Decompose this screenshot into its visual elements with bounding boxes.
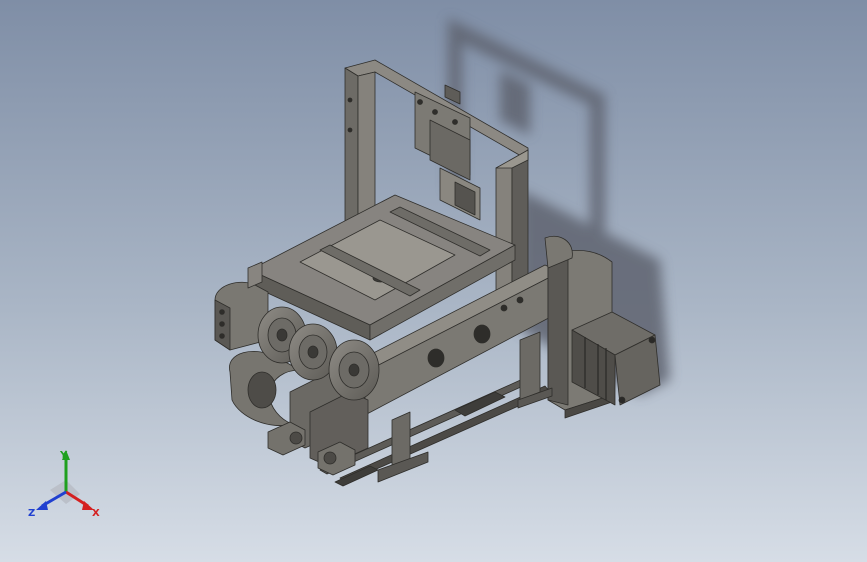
cad-model-scene[interactable] [0, 0, 867, 562]
z-axis-label: Z [28, 508, 35, 519]
triad-graphic: Y X Z [28, 450, 100, 519]
graphics-viewport[interactable]: Y X Z [0, 0, 867, 562]
x-axis-label: X [92, 508, 100, 519]
roller-3[interactable] [328, 339, 380, 401]
y-axis-label: Y [59, 450, 68, 461]
z-axis-arrow-icon [36, 501, 48, 510]
view-orientation-triad[interactable]: Y X Z [22, 446, 108, 526]
